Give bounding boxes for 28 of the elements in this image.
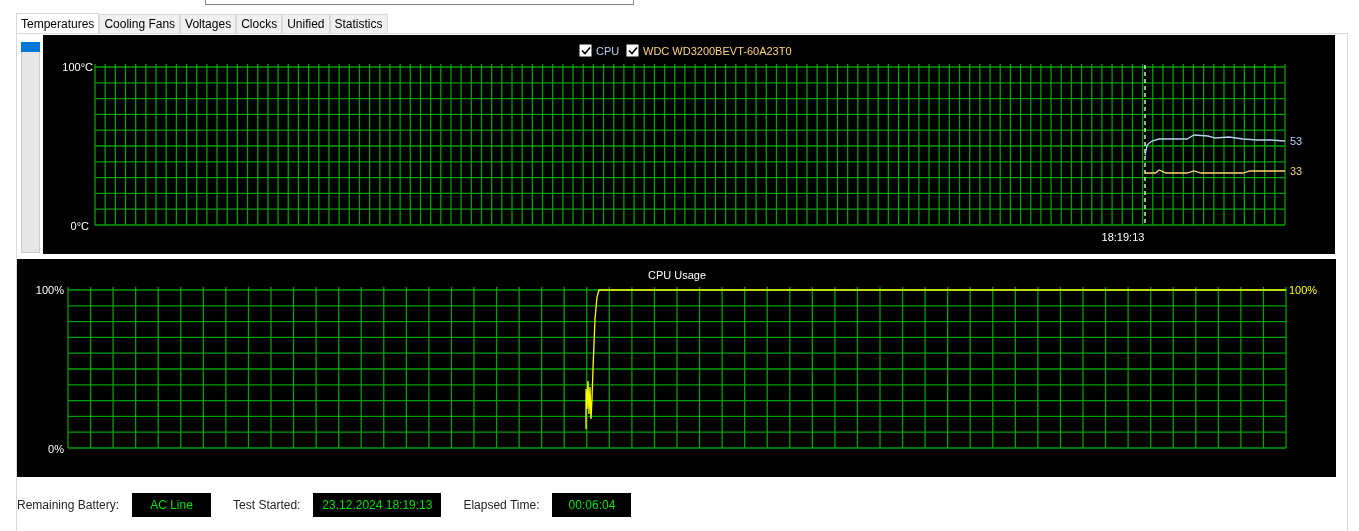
scroll-bar[interactable] — [21, 42, 40, 253]
tab[interactable]: Temperatures — [16, 13, 100, 34]
axis-label: 0°C — [70, 220, 89, 232]
usage-reading: 100% — [1289, 284, 1318, 296]
axis-label: 100°C — [62, 61, 93, 73]
temperature-reading: 33 — [1290, 165, 1303, 177]
tab[interactable]: Unified — [282, 14, 330, 33]
status-value: AC Line — [132, 493, 212, 517]
scroll-thumb[interactable] — [21, 42, 40, 52]
status-label: Remaining Battery: — [17, 497, 120, 514]
status-label: Elapsed Time: — [463, 497, 540, 514]
tab[interactable]: Statistics — [329, 14, 388, 33]
checkbox[interactable] — [626, 44, 639, 57]
status-value: 23.12.2024 18:19:13 — [313, 493, 442, 517]
legend-label: WDC WD3200BEVT-60A23T0 — [643, 45, 792, 57]
axis-label: 100% — [35, 284, 64, 296]
legend-label: CPU — [596, 45, 620, 57]
status-label: Test Started: — [233, 497, 301, 514]
tab[interactable]: Cooling Fans — [99, 14, 181, 33]
tab[interactable]: Voltages — [180, 14, 237, 33]
status-value: 00:06:04 — [552, 493, 632, 517]
checkbox[interactable] — [579, 44, 592, 57]
text-field[interactable] — [205, 0, 634, 5]
tab[interactable]: Clocks — [236, 14, 283, 33]
graph-title: CPU Usage — [647, 269, 707, 281]
temperature-reading: 53 — [1290, 135, 1303, 147]
time-label: 18:19:13 — [1101, 231, 1145, 243]
axis-label: 0% — [48, 443, 64, 455]
